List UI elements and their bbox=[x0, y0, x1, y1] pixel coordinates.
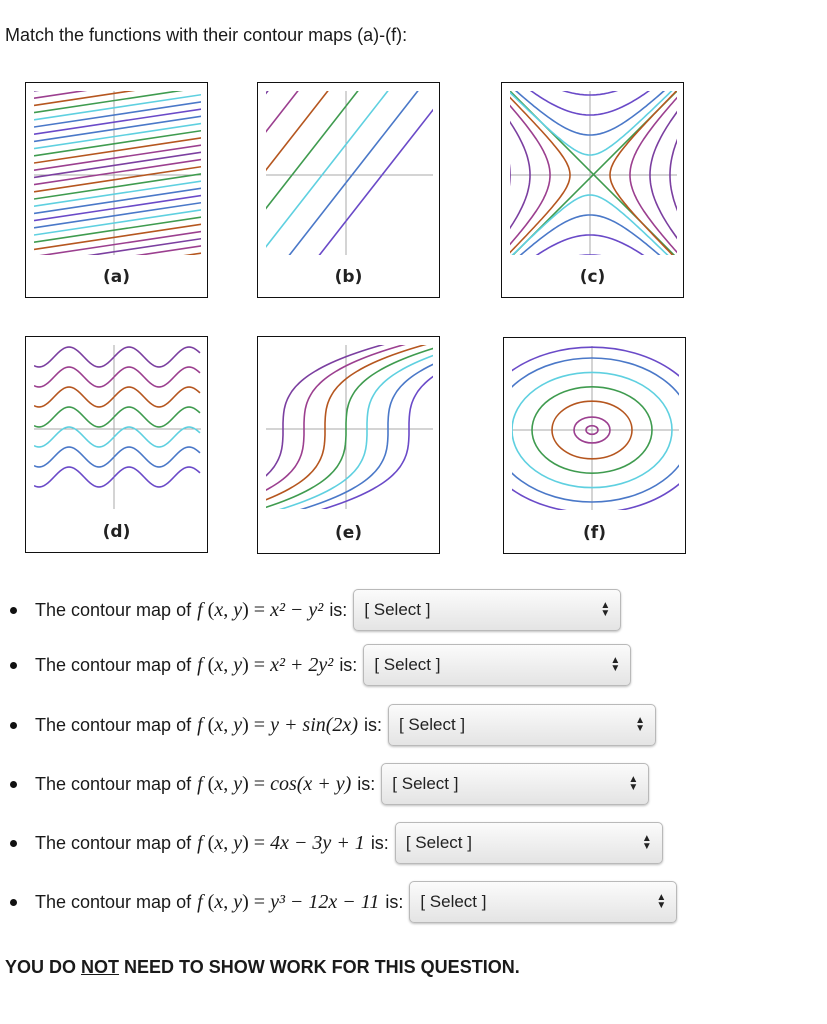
contour-panel-e: (e) bbox=[257, 336, 440, 554]
select-value: [ Select ] bbox=[374, 655, 441, 674]
function-expression: f (x, y) = x² − y² bbox=[197, 598, 324, 621]
function-body: 4x − 3y + 1 bbox=[270, 831, 365, 854]
contour-line bbox=[514, 91, 666, 136]
question-suffix: is: bbox=[329, 599, 348, 620]
contour-panel-a: (a) bbox=[25, 82, 208, 298]
answer-select[interactable]: [ Select ] ▲ ▼ bbox=[387, 704, 656, 746]
question-prefix: The contour map of bbox=[35, 599, 192, 620]
bullet bbox=[10, 839, 17, 847]
question-suffix: is: bbox=[363, 714, 382, 735]
contour-line bbox=[266, 91, 299, 133]
contour-line bbox=[34, 91, 88, 99]
panel-label-f: (f) bbox=[583, 523, 606, 543]
function-expression: f (x, y) = y³ − 12x − 11 bbox=[197, 890, 380, 913]
contour-lines bbox=[266, 91, 433, 255]
question-item: The contour map of f (x, y) = y + sin(2x… bbox=[0, 704, 656, 746]
question-prefix: The contour map of bbox=[35, 714, 192, 735]
contour-line bbox=[266, 91, 269, 95]
question-item: The contour map of f (x, y) = 4x − 3y + … bbox=[0, 822, 663, 864]
note-text-before: YOU DO bbox=[5, 957, 82, 977]
function-expression: f (x, y) = x² + 2y² bbox=[197, 653, 334, 676]
contour-line bbox=[34, 386, 201, 408]
function-body: x² + 2y² bbox=[270, 653, 334, 676]
answer-select[interactable]: [ Select ] ▲ ▼ bbox=[363, 644, 632, 686]
question-title: Match the functions with their contour m… bbox=[5, 25, 408, 45]
question-prefix: The contour map of bbox=[35, 654, 192, 675]
question-suffix: is: bbox=[370, 832, 389, 853]
select-arrows-icon: ▲ ▼ bbox=[610, 655, 621, 674]
function-body: cos(x + y) bbox=[270, 772, 352, 795]
question-item: The contour map of f (x, y) = cos(x + y)… bbox=[0, 763, 650, 805]
question-prefix: The contour map of bbox=[35, 773, 192, 794]
select-value: [ Select ] bbox=[398, 715, 466, 734]
answer-select[interactable]: [ Select ] ▲ ▼ bbox=[409, 881, 678, 923]
function-expression: f (x, y) = y + sin(2x) bbox=[197, 713, 358, 736]
question-item: The contour map of f (x, y) = x² − y² is… bbox=[0, 589, 622, 631]
panel-label-b: (b) bbox=[334, 267, 363, 287]
bullet bbox=[10, 780, 17, 788]
select-arrows-icon: ▲ ▼ bbox=[656, 892, 667, 911]
function-expression: f (x, y) = cos(x + y) bbox=[197, 772, 352, 795]
contour-line bbox=[34, 346, 201, 368]
question-prefix: The contour map of bbox=[35, 891, 192, 912]
panel-label-a: (a) bbox=[102, 267, 130, 287]
select-value: [ Select ] bbox=[405, 833, 472, 852]
bullet bbox=[10, 898, 17, 906]
note-emphasis: NOT bbox=[81, 957, 120, 977]
bullet bbox=[10, 721, 17, 729]
select-arrows-icon: ▲ ▼ bbox=[628, 774, 639, 793]
function-body: y³ − 12x − 11 bbox=[270, 890, 380, 913]
contour-line bbox=[34, 446, 201, 468]
contour-panel-f: (f) bbox=[503, 337, 686, 554]
contour-line bbox=[34, 91, 40, 92]
contour-line bbox=[561, 91, 619, 96]
question-item: The contour map of f (x, y) = x² + 2y² i… bbox=[0, 644, 632, 686]
function-expression: f (x, y) = 4x − 3y + 1 bbox=[197, 831, 365, 854]
contour-panel-c: (c) bbox=[501, 82, 684, 298]
answer-select[interactable]: [ Select ] ▲ ▼ bbox=[353, 589, 622, 631]
answer-select[interactable]: [ Select ] ▲ ▼ bbox=[381, 763, 650, 805]
function-body: x² − y² bbox=[270, 598, 324, 621]
question-suffix: is: bbox=[357, 773, 376, 794]
contour-line bbox=[34, 83, 209, 84]
select-value: [ Select ] bbox=[364, 600, 431, 619]
select-value: [ Select ] bbox=[392, 774, 459, 793]
contour-line bbox=[266, 91, 359, 210]
contour-line bbox=[34, 426, 201, 448]
contour-line bbox=[510, 163, 511, 187]
function-body: y + sin(2x) bbox=[270, 713, 358, 736]
question-suffix: is: bbox=[385, 891, 404, 912]
contour-lines bbox=[266, 345, 433, 509]
select-arrows-icon: ▲ ▼ bbox=[600, 600, 611, 619]
note-text-after: NEED TO SHOW WORK FOR THIS QUESTION. bbox=[119, 957, 520, 977]
instruction-note: YOU DO NOT NEED TO SHOW WORK FOR THIS QU… bbox=[5, 957, 520, 978]
answer-select[interactable]: [ Select ] ▲ ▼ bbox=[394, 822, 663, 864]
contour-line bbox=[34, 466, 201, 488]
panel-label-c: (c) bbox=[579, 267, 606, 287]
contour-line bbox=[34, 406, 201, 428]
contour-lines bbox=[34, 346, 201, 488]
contour-panel-d: (d) bbox=[25, 336, 208, 553]
panel-label-d: (d) bbox=[102, 522, 131, 542]
bullet bbox=[10, 661, 17, 669]
bullet bbox=[10, 606, 17, 614]
question-suffix: is: bbox=[339, 654, 358, 675]
contour-panel-b: (b) bbox=[257, 82, 440, 298]
question-item: The contour map of f (x, y) = y³ − 12x −… bbox=[0, 881, 678, 923]
select-value: [ Select ] bbox=[420, 892, 487, 911]
select-arrows-icon: ▲ ▼ bbox=[641, 833, 652, 852]
contour-line bbox=[288, 91, 419, 255]
panel-label-e: (e) bbox=[334, 523, 363, 543]
question-prefix: The contour map of bbox=[35, 832, 192, 853]
select-arrows-icon: ▲ ▼ bbox=[635, 715, 645, 734]
contour-line bbox=[34, 366, 201, 388]
contour-line bbox=[318, 108, 433, 255]
